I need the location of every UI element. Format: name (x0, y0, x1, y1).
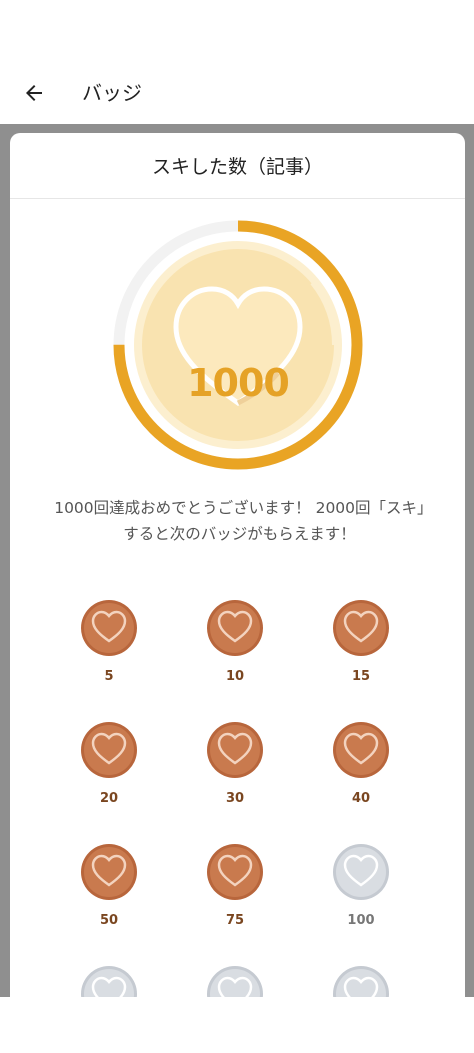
progress-ring (113, 220, 363, 470)
badge-label: 10 (225, 669, 245, 684)
bottom-area (0, 997, 474, 1053)
badge-item[interactable] (64, 965, 154, 997)
badge-label: 50 (99, 913, 119, 928)
card-title: スキした数（記事） (151, 156, 323, 178)
badge-label: 40 (351, 791, 371, 806)
badge-label: 15 (351, 669, 371, 684)
badge-coin-icon (81, 600, 137, 656)
badge-item[interactable]: 5 (64, 599, 154, 709)
app-bar: バッジ (0, 0, 474, 124)
badge-detail-card: スキした数（記事） 1000 1000回達成おめでとうございます！ 2000回「… (10, 133, 465, 997)
badge-item[interactable]: 20 (64, 721, 154, 831)
badge-coin-icon (81, 966, 137, 997)
badge-label: 100 (347, 913, 375, 928)
page-title: バッジ (82, 81, 142, 105)
badge-label: 20 (99, 791, 119, 806)
back-button[interactable] (14, 73, 54, 113)
badge-label: 5 (104, 669, 114, 684)
badge-coin-icon (333, 844, 389, 900)
badge-label: 75 (225, 913, 245, 928)
badge-item[interactable] (316, 965, 406, 997)
badge-coin-icon (81, 722, 137, 778)
badge-coin-icon (207, 600, 263, 656)
hero-badge: 1000 (108, 215, 368, 475)
badge-coin-icon (333, 966, 389, 997)
badge-item[interactable]: 10 (190, 599, 280, 709)
badge-item[interactable]: 30 (190, 721, 280, 831)
badge-coin-icon (81, 844, 137, 900)
badge-coin-icon (207, 966, 263, 997)
badge-coin-icon (207, 722, 263, 778)
badge-coin-icon (333, 600, 389, 656)
badge-item[interactable]: 75 (190, 843, 280, 953)
badge-item[interactable]: 50 (64, 843, 154, 953)
badge-coin-icon (207, 844, 263, 900)
arrow-left-icon (26, 85, 42, 101)
badge-item[interactable]: 100 (316, 843, 406, 953)
badge-item[interactable]: 15 (316, 599, 406, 709)
badge-item[interactable] (190, 965, 280, 997)
badge-item[interactable]: 40 (316, 721, 406, 831)
card-header: スキした数（記事） (10, 133, 465, 199)
badge-label: 30 (225, 791, 245, 806)
achievement-message: 1000回達成おめでとうございます！ 2000回「スキ」すると次のバッジがもらえ… (54, 499, 425, 543)
hero-count: 1000 (187, 361, 290, 405)
badge-coin-icon (333, 722, 389, 778)
